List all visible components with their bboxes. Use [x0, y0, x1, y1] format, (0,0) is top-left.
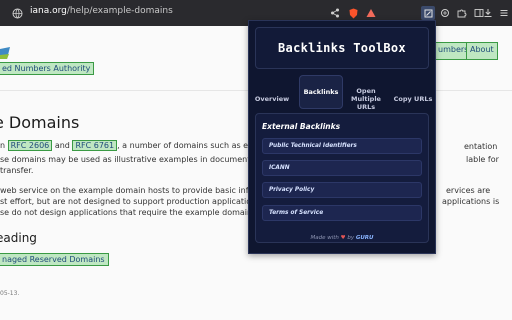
- paragraph-1-line-2: se domains may be used as illustrative e…: [0, 155, 266, 164]
- rfc2606-link[interactable]: RFC 2606: [7, 140, 53, 151]
- paragraph-2-line-1: web service on the example domain hosts …: [0, 186, 265, 195]
- paragraph-2-line-2: st effort, but are not designed to suppo…: [0, 197, 261, 206]
- backlink-item[interactable]: Public Technical Identifiers: [262, 138, 422, 154]
- paragraph-2-line-2-right: applications is: [442, 197, 500, 206]
- popup-title: Backlinks ToolBox: [278, 41, 406, 55]
- footer-by: by: [347, 235, 355, 241]
- rfc6761-link[interactable]: RFC 6761: [72, 140, 118, 151]
- reserved-domains-link[interactable]: naged Reserved Domains: [0, 253, 109, 266]
- external-backlinks-panel: External Backlinks Public Technical Iden…: [255, 113, 429, 243]
- globe-icon[interactable]: [10, 6, 24, 20]
- authority-link[interactable]: ed Numbers Authority: [0, 62, 95, 75]
- extension-icon[interactable]: [438, 6, 452, 20]
- backlinks-toolbox-popup: Backlinks ToolBox Overview Backlinks Ope…: [248, 20, 436, 254]
- page-heading: e Domains: [0, 113, 80, 132]
- paragraph-2-line-1-right: ervices are: [446, 186, 491, 195]
- puzzle-icon[interactable]: [455, 6, 469, 20]
- last-updated-date: 05-13.: [0, 290, 20, 297]
- backlink-item[interactable]: Terms of Service: [262, 205, 422, 221]
- url-path: /help/example-domains: [66, 6, 173, 16]
- section-heading: eading: [0, 231, 37, 245]
- heart-icon: ♥: [340, 235, 346, 241]
- brave-icon[interactable]: [346, 6, 360, 20]
- paragraph-2-line-3: se do not design applications that requi…: [0, 208, 262, 217]
- nav-about[interactable]: About: [466, 42, 498, 60]
- extension-active-icon[interactable]: [421, 6, 435, 20]
- iana-logo-icon: [0, 46, 10, 60]
- panel-title: External Backlinks: [262, 122, 341, 131]
- paragraph-1-line-1: n RFC 2606 and RFC 6761, a number of dom…: [0, 140, 273, 151]
- popup-header: Backlinks ToolBox: [255, 27, 429, 69]
- author-link[interactable]: GURU: [356, 235, 374, 241]
- paragraph-1-line-3: transfer.: [0, 166, 34, 175]
- popup-footer: Made with ♥ by GURU: [249, 235, 435, 241]
- menu-icon[interactable]: [497, 6, 511, 20]
- para-text: and: [54, 141, 70, 150]
- url-domain: iana.org: [30, 6, 67, 16]
- backlink-item[interactable]: ICANN: [262, 160, 422, 176]
- para-text: n: [0, 141, 6, 150]
- backlink-item[interactable]: Privacy Policy: [262, 182, 422, 198]
- footer-made-with: Made with: [310, 235, 339, 241]
- tab-backlinks[interactable]: Backlinks: [299, 75, 343, 109]
- download-icon[interactable]: [481, 6, 495, 20]
- share-icon[interactable]: [328, 6, 342, 20]
- warning-icon[interactable]: [364, 6, 378, 20]
- paragraph-1-right: entation: [464, 142, 498, 151]
- address-bar[interactable]: iana.org/help/example-domains: [30, 6, 173, 16]
- paragraph-1-line-2-right: lable for: [466, 155, 499, 164]
